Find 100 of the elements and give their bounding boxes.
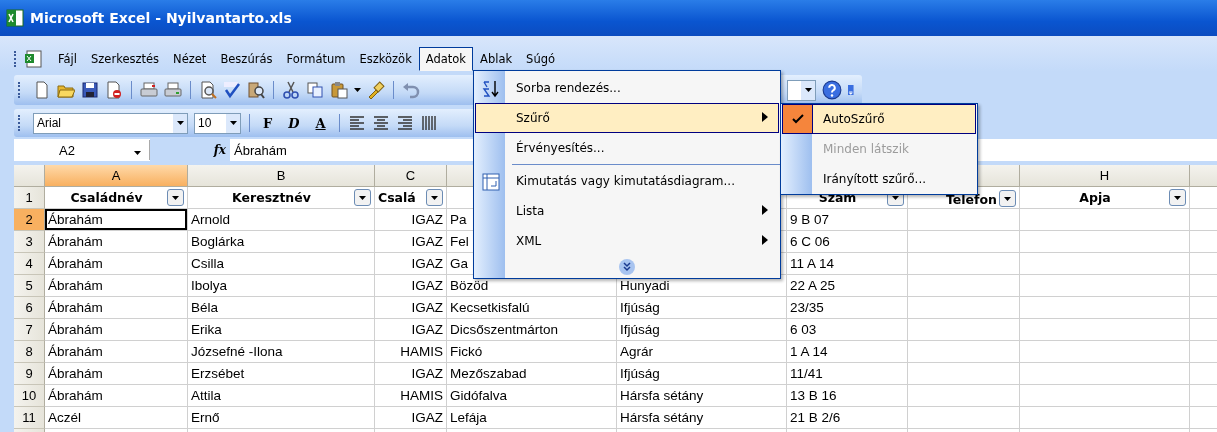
formula-field[interactable]: Ábrahám (230, 142, 287, 158)
book-magnifier-icon[interactable] (247, 81, 265, 99)
table-cell: Ábrahám (45, 209, 188, 231)
table-cell: Ábrahám (45, 319, 188, 341)
align-right-icon[interactable] (395, 114, 414, 132)
printer-icon[interactable] (140, 81, 158, 99)
table-cell: 11/41 (787, 363, 908, 385)
align-center-icon[interactable] (371, 114, 390, 132)
menu-item[interactable]: Sorba rendezés... (475, 73, 779, 103)
restricted-document-icon[interactable] (105, 81, 123, 99)
caret-icon (1174, 195, 1181, 200)
table-cell: Fickó (447, 341, 617, 363)
zoom-field[interactable] (787, 79, 816, 101)
italic-button[interactable]: D (283, 115, 305, 131)
table-cell: Agrár (617, 341, 787, 363)
menu-item[interactable]: Súgó (519, 47, 563, 71)
sort-ascending-icon (482, 80, 500, 98)
menu-item[interactable]: Adatok (418, 47, 473, 71)
paste-icon[interactable] (330, 81, 348, 99)
row-header[interactable]: 10 (14, 385, 45, 407)
pivot-table-icon (482, 173, 500, 191)
paste-options-caret-icon (354, 88, 361, 92)
cut-icon[interactable] (282, 81, 300, 99)
table-cell: Ernő (188, 407, 375, 429)
menu-item[interactable]: Irányított szűrő... (782, 164, 976, 194)
table-cell: 6 C 06 (787, 231, 908, 253)
dropdown-button[interactable] (226, 113, 240, 133)
row-header[interactable]: 1 (14, 187, 45, 209)
row-header[interactable]: 3 (14, 231, 45, 253)
table-cell: IGAZ (375, 297, 447, 319)
row-header[interactable]: 5 (14, 275, 45, 297)
filter-button[interactable] (167, 189, 184, 206)
row-header[interactable]: 6 (14, 297, 45, 319)
undo-icon[interactable] (402, 81, 420, 99)
column-heading: Családnév (69, 190, 144, 205)
table-cell: Dicsőszentmárton (447, 319, 617, 341)
new-document-icon[interactable] (33, 81, 51, 99)
table-cell: Ábrahám (45, 231, 188, 253)
column-header[interactable]: B (188, 165, 375, 187)
row-header[interactable]: 8 (14, 341, 45, 363)
row-header[interactable]: 9 (14, 363, 45, 385)
expand-chevron-icon[interactable] (618, 258, 636, 276)
table-cell: 1 A 14 (787, 341, 908, 363)
menu-item[interactable]: Szűrő (475, 103, 779, 133)
filter-button[interactable] (354, 189, 371, 206)
menu-item[interactable]: Nézet (166, 47, 214, 71)
menu-item[interactable]: Eszközök (352, 47, 419, 71)
underline-button[interactable]: A (310, 115, 331, 131)
workbook-icon[interactable] (23, 50, 43, 68)
spreadsheet-app-icon (6, 9, 24, 27)
menu-item[interactable]: Beszúrás (213, 47, 280, 71)
column-heading: Csalá (378, 190, 417, 205)
menu-item[interactable]: Ablak (473, 47, 520, 71)
table-cell: Ifjúság (617, 319, 787, 341)
table-cell: Hársfa sétány (617, 407, 787, 429)
row-header[interactable]: 11 (14, 407, 45, 429)
table-cell: Ábrahám (45, 275, 188, 297)
row-header[interactable]: 7 (14, 319, 45, 341)
menu-item[interactable]: Fájl (51, 47, 84, 71)
filter-button[interactable] (999, 190, 1016, 207)
column-header[interactable]: H (1020, 165, 1190, 187)
window-title: Microsoft Excel - Nyilvantarto.xls (30, 10, 292, 26)
menu-item[interactable]: Formátum (279, 47, 353, 71)
save-icon[interactable] (81, 81, 99, 99)
table-cell: Attila (188, 385, 375, 407)
spelling-check-icon[interactable] (223, 81, 241, 99)
font-name-field[interactable]: Arial (33, 112, 188, 134)
bold-button[interactable]: F (258, 115, 278, 131)
printer-icon[interactable] (164, 81, 182, 99)
dropdown-button[interactable] (173, 113, 187, 133)
help-icon[interactable] (822, 80, 842, 100)
column-header[interactable]: C (375, 165, 447, 187)
menu-item[interactable]: Érvényesítés... (475, 133, 779, 163)
table-cell: 13 B 16 (787, 385, 908, 407)
align-left-icon[interactable] (347, 114, 366, 132)
filter-button[interactable] (426, 189, 443, 206)
font-size-field[interactable]: 10 (194, 112, 241, 134)
table-cell: Ibolya (188, 275, 375, 297)
table-cell: 9 B 07 (787, 209, 908, 231)
caret-icon (1004, 196, 1011, 201)
table-cell: IGAZ (375, 363, 447, 385)
print-preview-icon[interactable] (199, 81, 217, 99)
row-header[interactable]: 4 (14, 253, 45, 275)
table-cell: IGAZ (375, 275, 447, 297)
table-cell: IGAZ (375, 407, 447, 429)
table-cell: 11 A 14 (787, 253, 908, 275)
menu-item[interactable]: Kimutatás vagy kimutatásdiagram... (475, 166, 779, 196)
table-cell: Erzsébet (188, 363, 375, 385)
insert-function-button[interactable]: fx (150, 139, 230, 161)
table-cell: Ábrahám (45, 297, 188, 319)
copy-icon[interactable] (306, 81, 324, 99)
column-header[interactable]: A (45, 165, 188, 187)
distributed-align-icon[interactable] (419, 114, 438, 132)
filter-button[interactable] (1169, 189, 1186, 206)
table-cell: HAMIS (375, 341, 447, 363)
format-painter-icon[interactable] (367, 81, 385, 99)
row-header[interactable]: 2 (14, 209, 45, 231)
menu-item[interactable]: AutoSzűrő (782, 104, 976, 134)
table-cell: Csilla (188, 253, 375, 275)
menu-item[interactable]: Szerkesztés (84, 47, 167, 71)
